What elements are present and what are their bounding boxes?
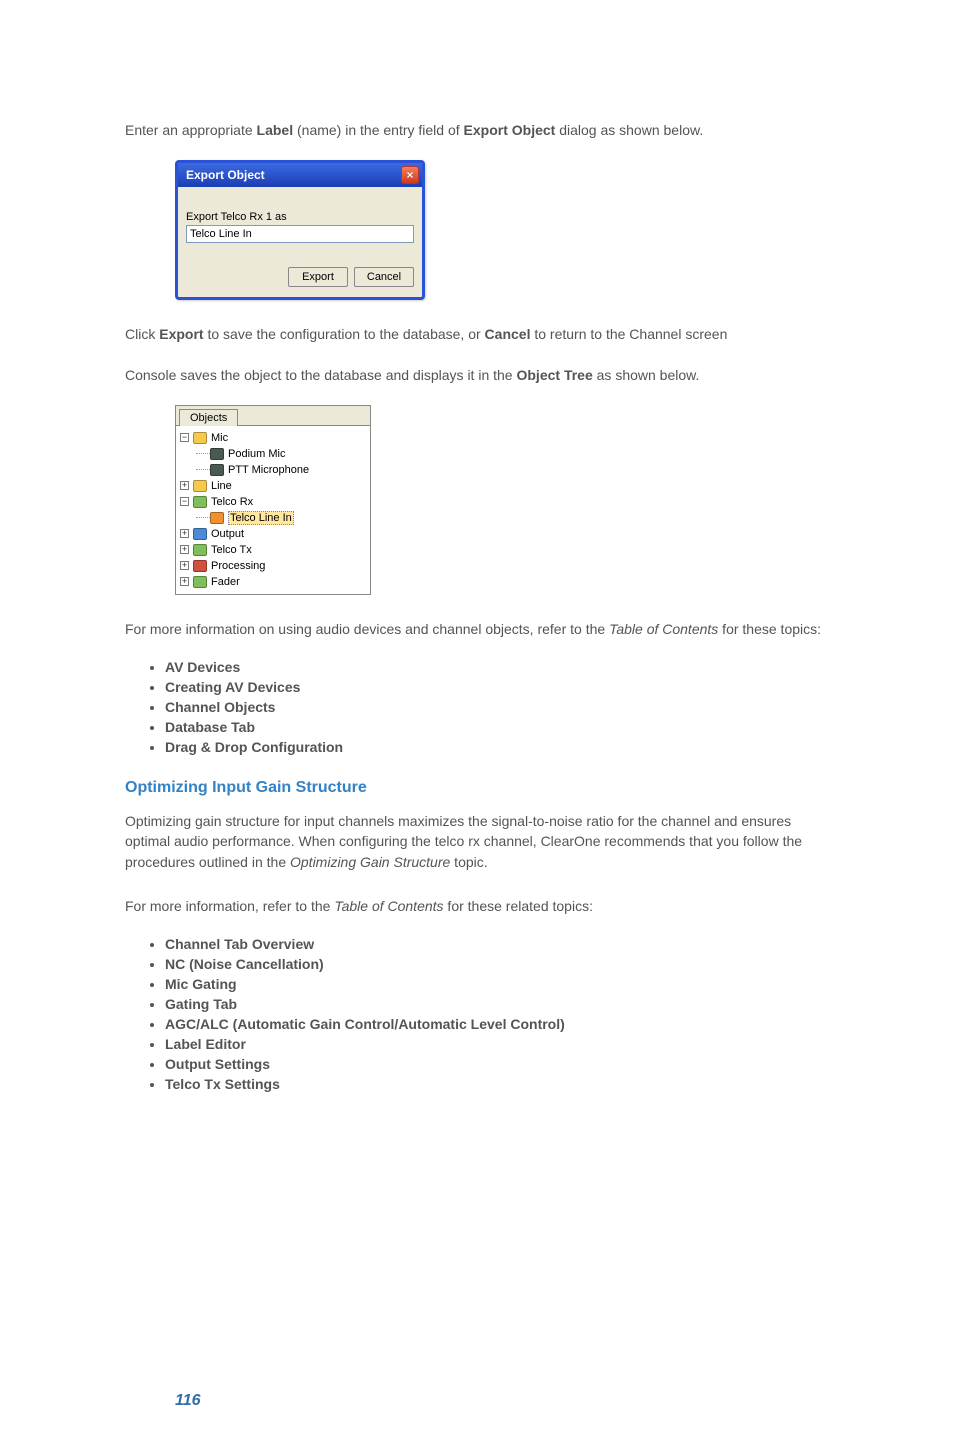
- list-item: Creating AV Devices: [165, 679, 829, 695]
- expand-icon[interactable]: +: [180, 577, 189, 586]
- export-field-label: Export Telco Rx 1 as: [186, 211, 414, 223]
- click-export-para: Click Export to save the configuration t…: [125, 324, 829, 344]
- more-info-para-1: For more information on using audio devi…: [125, 619, 829, 639]
- tree-node-processing[interactable]: + Processing: [178, 558, 368, 574]
- expand-icon[interactable]: +: [180, 481, 189, 490]
- more-info-para-2: For more information, refer to the Table…: [125, 896, 829, 916]
- list-item: Drag & Drop Configuration: [165, 739, 829, 755]
- folder-icon: [193, 432, 207, 444]
- list-item: Output Settings: [165, 1056, 829, 1072]
- list-item: Mic Gating: [165, 976, 829, 992]
- list-item: Channel Tab Overview: [165, 936, 829, 952]
- object-tree-panel: Objects − Mic Podium Mic PTT Microphone …: [175, 405, 371, 595]
- expand-icon[interactable]: +: [180, 545, 189, 554]
- tree-node-output[interactable]: + Output: [178, 526, 368, 542]
- list-item: Label Editor: [165, 1036, 829, 1052]
- collapse-icon[interactable]: −: [180, 497, 189, 506]
- dialog-title: Export Object: [186, 168, 265, 182]
- close-icon[interactable]: ×: [401, 166, 419, 184]
- optimizing-para: Optimizing gain structure for input chan…: [125, 811, 829, 872]
- page-number: 116: [175, 1392, 829, 1410]
- mic-icon: [210, 464, 224, 476]
- export-button[interactable]: Export: [288, 267, 348, 287]
- tree-node-fader[interactable]: + Fader: [178, 574, 368, 590]
- tree-node-line[interactable]: + Line: [178, 478, 368, 494]
- list-item: Channel Objects: [165, 699, 829, 715]
- topics-list-2: Channel Tab Overview NC (Noise Cancellat…: [165, 936, 829, 1092]
- console-saves-para: Console saves the object to the database…: [125, 365, 829, 385]
- topics-list-1: AV Devices Creating AV Devices Channel O…: [165, 659, 829, 755]
- tree-node-mic[interactable]: − Mic: [178, 430, 368, 446]
- list-item: Gating Tab: [165, 996, 829, 1012]
- list-item: Database Tab: [165, 719, 829, 735]
- section-heading-optimizing: Optimizing Input Gain Structure: [125, 779, 829, 797]
- folder-icon: [193, 480, 207, 492]
- dialog-titlebar: Export Object ×: [178, 163, 422, 187]
- cancel-button[interactable]: Cancel: [354, 267, 414, 287]
- folder-icon: [193, 496, 207, 508]
- tree-node-telco-line-in[interactable]: Telco Line In: [178, 510, 368, 526]
- list-item: NC (Noise Cancellation): [165, 956, 829, 972]
- mic-icon: [210, 448, 224, 460]
- tree-body: − Mic Podium Mic PTT Microphone + Line −: [176, 425, 370, 594]
- objects-tab[interactable]: Objects: [179, 409, 238, 426]
- folder-icon: [193, 544, 207, 556]
- phone-icon: [210, 512, 224, 524]
- tree-node-podium-mic[interactable]: Podium Mic: [178, 446, 368, 462]
- folder-icon: [193, 560, 207, 572]
- list-item: AGC/ALC (Automatic Gain Control/Automati…: [165, 1016, 829, 1032]
- export-name-input[interactable]: [186, 225, 414, 243]
- list-item: AV Devices: [165, 659, 829, 675]
- export-object-dialog: Export Object × Export Telco Rx 1 as Exp…: [175, 160, 425, 300]
- tree-node-telco-tx[interactable]: + Telco Tx: [178, 542, 368, 558]
- collapse-icon[interactable]: −: [180, 433, 189, 442]
- tree-node-ptt-mic[interactable]: PTT Microphone: [178, 462, 368, 478]
- list-item: Telco Tx Settings: [165, 1076, 829, 1092]
- intro-para-1: Enter an appropriate Label (name) in the…: [125, 120, 829, 140]
- tree-node-telco-rx[interactable]: − Telco Rx: [178, 494, 368, 510]
- expand-icon[interactable]: +: [180, 561, 189, 570]
- folder-icon: [193, 576, 207, 588]
- folder-icon: [193, 528, 207, 540]
- expand-icon[interactable]: +: [180, 529, 189, 538]
